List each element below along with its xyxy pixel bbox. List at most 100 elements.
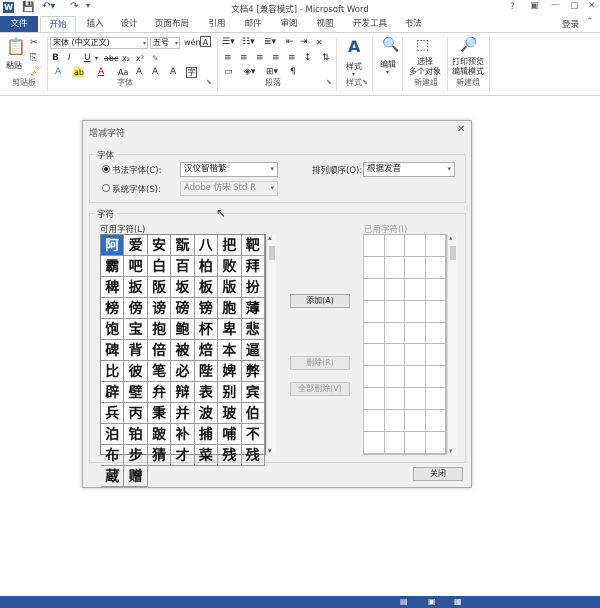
char-cell[interactable]: 坂: [171, 277, 195, 298]
used-char-cell[interactable]: [364, 432, 385, 454]
used-char-cell[interactable]: [425, 344, 446, 367]
read-mode-icon[interactable]: ▤: [400, 597, 408, 606]
binoculars-icon[interactable]: 🔍: [382, 37, 399, 53]
underline-dropdown-icon[interactable]: ▾: [95, 53, 98, 64]
used-char-cell[interactable]: [364, 235, 385, 257]
used-scroll-down-icon[interactable]: ▾: [449, 447, 453, 455]
char-cell[interactable]: 蔵: [101, 466, 125, 487]
calligraphy-font-radio[interactable]: [102, 165, 110, 173]
used-char-cell[interactable]: [425, 322, 446, 345]
italic-icon[interactable]: I: [68, 53, 71, 64]
system-font-select[interactable]: Adobe 仿宋 Std R ▾: [180, 181, 278, 196]
shading-icon[interactable]: ◈▾: [244, 67, 255, 78]
char-cell[interactable]: 秉: [147, 403, 172, 424]
bold-icon[interactable]: B: [52, 53, 59, 64]
asian-layout-icon[interactable]: ✕: [316, 37, 323, 48]
char-cell[interactable]: 铂: [124, 424, 148, 445]
used-char-cell[interactable]: [405, 344, 426, 367]
char-cell[interactable]: 辩: [171, 382, 195, 403]
underline-icon[interactable]: U: [84, 53, 91, 64]
used-char-cell[interactable]: [364, 366, 385, 389]
paste-label[interactable]: 粘贴: [6, 60, 22, 71]
numbering-icon[interactable]: ☷▾: [242, 37, 255, 48]
char-cell[interactable]: 宾: [241, 382, 265, 403]
used-char-cell[interactable]: [384, 235, 405, 257]
char-cell[interactable]: 倍: [147, 340, 172, 361]
print-layout-icon[interactable]: ▣: [428, 597, 436, 606]
scroll-down-icon[interactable]: ▾: [268, 447, 272, 455]
used-char-cell[interactable]: [384, 256, 405, 279]
select-objects-icon[interactable]: ⬚: [416, 37, 429, 53]
used-scroll-up-icon[interactable]: ▴: [449, 234, 453, 242]
char-cell[interactable]: 步: [124, 445, 148, 466]
tab-insert[interactable]: 插入: [80, 16, 110, 32]
line-spacing-icon[interactable]: ↕: [304, 53, 312, 64]
calligraphy-font-label[interactable]: 书法字体(C):: [112, 164, 161, 176]
char-cell[interactable]: 菜: [194, 445, 219, 466]
char-cell[interactable]: 残: [241, 445, 265, 466]
char-cell[interactable]: 碑: [101, 340, 125, 361]
char-cell[interactable]: 婢: [218, 361, 242, 382]
char-cell[interactable]: 鲍: [171, 319, 195, 340]
used-char-cell[interactable]: [425, 432, 446, 454]
help-icon[interactable]: ?: [510, 2, 515, 12]
font-dialog-launcher-icon[interactable]: ⬊: [206, 77, 212, 88]
redo-icon[interactable]: ↷: [70, 1, 78, 12]
grow-font-icon-2[interactable]: A: [152, 67, 158, 78]
paragraph-dialog-launcher-icon[interactable]: ⬊: [326, 77, 332, 88]
align-center-icon[interactable]: ≡: [240, 53, 248, 64]
add-button[interactable]: 添加(A): [290, 294, 350, 308]
used-scroll-thumb[interactable]: [450, 246, 456, 260]
char-cell[interactable]: 赠: [124, 466, 148, 487]
used-char-cell[interactable]: [384, 344, 405, 367]
char-cell[interactable]: 霸: [101, 256, 125, 277]
web-layout-icon[interactable]: ▦: [454, 597, 462, 606]
char-cell[interactable]: 杯: [194, 319, 219, 340]
char-cell[interactable]: 跛: [147, 424, 172, 445]
char-cell[interactable]: 伯: [241, 403, 265, 424]
char-cell[interactable]: 布: [101, 445, 125, 466]
char-cell[interactable]: 泊: [101, 424, 125, 445]
scroll-up-icon[interactable]: ▴: [268, 234, 272, 242]
used-char-cell[interactable]: [384, 278, 405, 301]
styles-dialog-launcher-icon[interactable]: ⬊: [362, 77, 368, 88]
subscript-icon[interactable]: x₂: [122, 53, 130, 64]
char-cell[interactable]: 爱: [124, 235, 148, 256]
superscript-icon[interactable]: x²: [136, 53, 144, 64]
used-char-cell[interactable]: [405, 432, 426, 454]
char-cell[interactable]: 翫: [171, 235, 195, 256]
char-cell[interactable]: 饱: [101, 319, 125, 340]
used-char-cell[interactable]: [425, 410, 446, 433]
char-cell[interactable]: 焙: [194, 340, 219, 361]
char-cell[interactable]: 背: [124, 340, 148, 361]
char-cell[interactable]: 版: [218, 277, 242, 298]
char-cell[interactable]: 阿: [101, 235, 125, 256]
align-left-icon[interactable]: ≡: [224, 53, 232, 64]
char-cell[interactable]: 白: [147, 256, 172, 277]
used-char-cell[interactable]: [405, 322, 426, 345]
used-char-cell[interactable]: [364, 278, 385, 301]
close-button[interactable]: 关闭: [413, 467, 463, 481]
used-char-cell[interactable]: [405, 300, 426, 323]
close-window-icon[interactable]: ✕: [588, 1, 596, 11]
text-effects-icon[interactable]: A: [55, 67, 61, 78]
used-char-cell[interactable]: [364, 410, 385, 433]
char-cell[interactable]: 被: [171, 340, 195, 361]
char-cell[interactable]: 比: [101, 361, 125, 382]
tab-page-layout[interactable]: 页面布局: [148, 16, 196, 32]
maximize-icon[interactable]: ▢: [570, 1, 579, 11]
multilevel-list-icon[interactable]: ≣▾: [264, 37, 276, 48]
enclose-char-icon[interactable]: 字: [186, 67, 197, 78]
paste-icon[interactable]: 📋: [6, 37, 26, 57]
used-scrollbar[interactable]: ▴ ▾: [447, 234, 457, 455]
ribbon-display-icon[interactable]: ▣: [530, 1, 539, 11]
used-char-cell[interactable]: [384, 410, 405, 433]
char-cell[interactable]: 猜: [147, 445, 172, 466]
used-char-cell[interactable]: [364, 300, 385, 323]
used-char-cell[interactable]: [364, 388, 385, 411]
used-char-cell[interactable]: [405, 235, 426, 257]
tab-home[interactable]: 开始: [40, 16, 76, 32]
used-char-cell[interactable]: [384, 432, 405, 454]
used-char-cell[interactable]: [425, 388, 446, 411]
char-cell[interactable]: 稗: [101, 277, 125, 298]
